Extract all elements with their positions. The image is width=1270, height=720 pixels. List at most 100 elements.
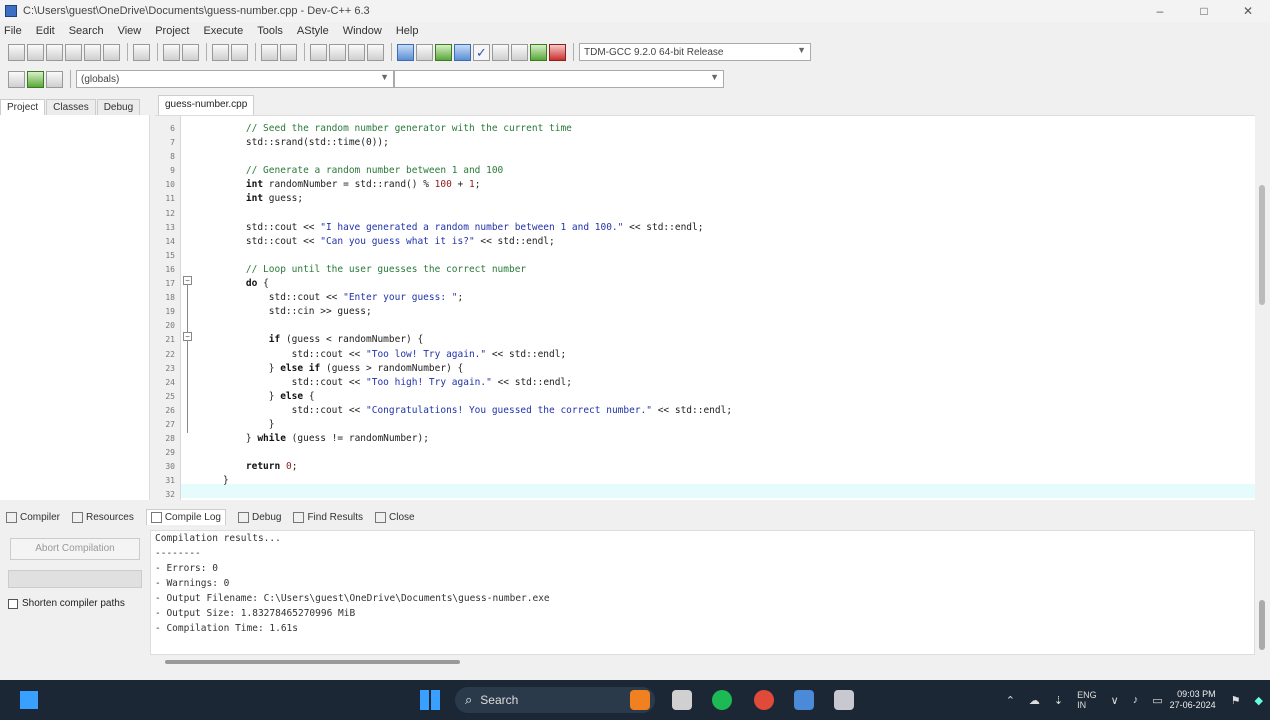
- save-icon[interactable]: [46, 43, 63, 61]
- code-line[interactable]: 11 int guess;: [155, 192, 1255, 206]
- usb-icon[interactable]: ⇣: [1054, 694, 1063, 707]
- copilot-icon[interactable]: ◆: [1255, 694, 1263, 707]
- print-icon[interactable]: [133, 43, 150, 61]
- tab-compile-log[interactable]: Compile Log: [145, 509, 226, 525]
- unindent-icon[interactable]: [310, 43, 327, 61]
- redo-icon[interactable]: [182, 43, 199, 61]
- code-line[interactable]: 22 std::cout << "Too low! Try again." <<…: [155, 348, 1255, 362]
- tab-classes[interactable]: Classes: [46, 99, 96, 115]
- notification-icon[interactable]: ⚑: [1231, 694, 1241, 707]
- code-line[interactable]: 26 std::cout << "Congratulations! You gu…: [155, 404, 1255, 418]
- code-line[interactable]: 25 } else {: [155, 390, 1255, 404]
- add-to-project-icon[interactable]: [27, 70, 44, 88]
- code-line[interactable]: 27 }: [155, 418, 1255, 432]
- wifi-icon[interactable]: ∨: [1111, 694, 1119, 707]
- taskbar-search[interactable]: ⌕ Search: [455, 687, 655, 713]
- syntax-check-icon[interactable]: ✓: [473, 43, 490, 61]
- maximize-button[interactable]: □: [1182, 0, 1226, 22]
- widgets-icon[interactable]: [20, 691, 38, 709]
- delete-profile-icon[interactable]: [549, 43, 566, 61]
- code-editor[interactable]: − − 6 // Seed the random number generato…: [155, 115, 1255, 500]
- tab-close[interactable]: Close: [375, 511, 415, 523]
- close-button[interactable]: ✕: [1226, 0, 1270, 22]
- editor-vertical-scrollbar[interactable]: [1255, 115, 1270, 500]
- editor-tab-guess-number[interactable]: guess-number.cpp: [158, 95, 255, 115]
- replace-icon[interactable]: [231, 43, 248, 61]
- class-select[interactable]: ▼: [394, 70, 724, 88]
- stop-execution-icon[interactable]: [492, 43, 509, 61]
- chevron-up-icon[interactable]: ⌃: [1006, 694, 1015, 707]
- code-line[interactable]: 31}: [155, 474, 1255, 488]
- devcpp-taskbar-icon[interactable]: [834, 690, 854, 710]
- code-line[interactable]: 19 std::cin >> guess;: [155, 305, 1255, 319]
- cloud-icon[interactable]: ☁: [1029, 694, 1040, 707]
- code-line[interactable]: 32: [155, 488, 1255, 500]
- code-line[interactable]: 24 std::cout << "Too high! Try again." <…: [155, 376, 1255, 390]
- new-file-icon[interactable]: [8, 43, 25, 61]
- function-select[interactable]: (globals) ▼: [76, 70, 394, 88]
- tab-debug[interactable]: Debug: [96, 99, 141, 115]
- rebuild-all-icon[interactable]: [454, 43, 471, 61]
- code-line[interactable]: 18 std::cout << "Enter your guess: ";: [155, 291, 1255, 305]
- minimize-button[interactable]: –: [1138, 0, 1182, 22]
- code-line[interactable]: 23 } else if (guess > randomNumber) {: [155, 362, 1255, 376]
- log-horizontal-scrollbar[interactable]: [165, 660, 460, 664]
- compile-run-icon[interactable]: [435, 43, 452, 61]
- start-icon[interactable]: [420, 690, 440, 710]
- code-line[interactable]: 6 // Seed the random number generator wi…: [155, 122, 1255, 136]
- menu-project[interactable]: Project: [155, 25, 189, 37]
- log-vertical-scrollbar[interactable]: [1255, 530, 1270, 655]
- code-line[interactable]: 14 std::cout << "Can you guess what it i…: [155, 235, 1255, 249]
- goto-line-icon[interactable]: [280, 43, 297, 61]
- abort-compilation-button[interactable]: Abort Compilation: [10, 538, 140, 560]
- tab-project[interactable]: Project: [0, 99, 46, 115]
- profile-icon[interactable]: [530, 43, 547, 61]
- undo-icon[interactable]: [163, 43, 180, 61]
- compiler-select[interactable]: TDM-GCC 9.2.0 64-bit Release ▼: [579, 43, 811, 61]
- tab-resources[interactable]: Resources: [72, 511, 134, 523]
- clock[interactable]: 09:03 PM 27-06-2024: [1170, 689, 1216, 711]
- code-line[interactable]: 10 int randomNumber = std::rand() % 100 …: [155, 178, 1255, 192]
- bookmark-icon[interactable]: [367, 43, 384, 61]
- battery-icon[interactable]: ▭: [1152, 694, 1162, 707]
- close-file-icon[interactable]: [84, 43, 101, 61]
- browser-app-icon[interactable]: [630, 690, 650, 710]
- remove-from-project-icon[interactable]: [46, 70, 63, 88]
- app-window-icon[interactable]: [794, 690, 814, 710]
- volume-icon[interactable]: ♪: [1133, 694, 1139, 706]
- language-indicator[interactable]: ENG IN: [1077, 690, 1097, 710]
- menu-view[interactable]: View: [118, 25, 142, 37]
- spotify-icon[interactable]: [712, 690, 732, 710]
- toggle-comment-icon[interactable]: [348, 43, 365, 61]
- menu-search[interactable]: Search: [69, 25, 104, 37]
- compile-icon[interactable]: [397, 43, 414, 61]
- find-icon[interactable]: [212, 43, 229, 61]
- menu-astyle[interactable]: AStyle: [297, 25, 329, 37]
- code-line[interactable]: 29: [155, 446, 1255, 460]
- save-all-icon[interactable]: [65, 43, 82, 61]
- code-line[interactable]: 21 if (guess < randomNumber) {: [155, 333, 1255, 347]
- tab-find-results[interactable]: Find Results: [293, 511, 363, 523]
- indent-icon[interactable]: [329, 43, 346, 61]
- compile-log-output[interactable]: Compilation results... -------- - Errors…: [150, 530, 1255, 655]
- open-file-icon[interactable]: [27, 43, 44, 61]
- code-line[interactable]: 28 } while (guess != randomNumber);: [155, 432, 1255, 446]
- code-line[interactable]: 30 return 0;: [155, 460, 1255, 474]
- code-line[interactable]: 15: [155, 249, 1255, 263]
- debug-icon[interactable]: [511, 43, 528, 61]
- menu-help[interactable]: Help: [396, 25, 419, 37]
- code-line[interactable]: 16 // Loop until the user guesses the co…: [155, 263, 1255, 277]
- tab-compiler[interactable]: Compiler: [6, 511, 60, 523]
- menu-file[interactable]: File: [4, 25, 22, 37]
- menu-execute[interactable]: Execute: [203, 25, 243, 37]
- chrome-icon[interactable]: [754, 690, 774, 710]
- code-line[interactable]: 12: [155, 207, 1255, 221]
- run-icon[interactable]: [416, 43, 433, 61]
- code-line[interactable]: 7 std::srand(std::time(0));: [155, 136, 1255, 150]
- shorten-paths-checkbox[interactable]: [8, 598, 18, 609]
- code-line[interactable]: 13 std::cout << "I have generated a rand…: [155, 221, 1255, 235]
- new-project-icon[interactable]: [8, 70, 25, 88]
- code-line[interactable]: 17 do {: [155, 277, 1255, 291]
- code-line[interactable]: 20: [155, 319, 1255, 333]
- close-all-icon[interactable]: [103, 43, 120, 61]
